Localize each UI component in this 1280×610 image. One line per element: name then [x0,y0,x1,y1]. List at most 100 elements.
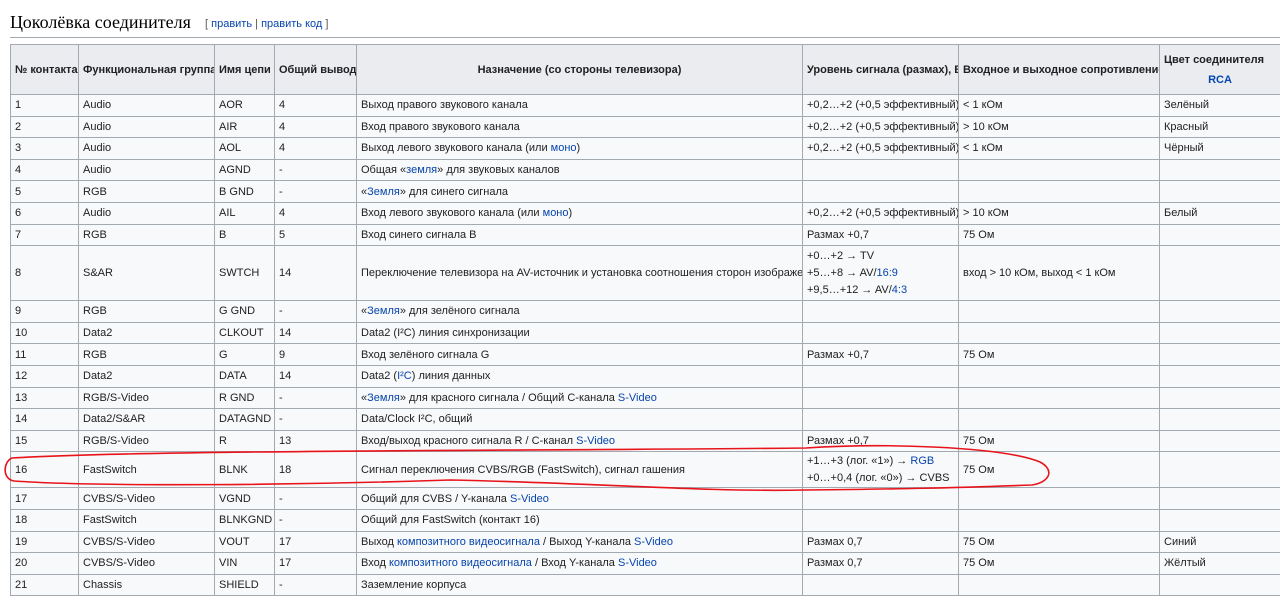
wiki-link[interactable]: S-Video [618,392,657,404]
header-circuit-name: Имя цепи [214,44,275,95]
impedance-cell: > 10 кОм [958,115,1160,139]
function-group-cell: Audio [78,137,215,160]
cell-text: » для зелёного сигнала [399,305,520,318]
wiki-link[interactable]: RGB [910,455,934,467]
wiki-link[interactable]: S-Video [576,435,615,447]
pin-number-cell: 14 [10,408,79,431]
circuit-name-cell: AIL [214,201,275,225]
circuit-name-cell: VGND [214,487,275,510]
wiki-link[interactable]: Земля [367,305,400,317]
circuit-name-cell: B [214,223,275,247]
table-row: 17 CVBS/S-Video VGND - Общий для CVBS / Y-ка… [10,487,1280,510]
impedance-cell [958,508,1160,532]
signal-level-cell [802,321,959,345]
cell-text: Выход левого звукового канала (или [361,142,551,155]
cell-text: Data2 ( [361,370,398,383]
table-row: 3 Audio AOL 4 Выход левого звукового канала … [10,137,1280,160]
common-pin-cell: - [274,408,357,431]
table-row: 1 Audio AOR 4 Выход правого звукового канала… [10,94,1280,117]
table-row: 14 Data2/S&AR DATAGND - Data/Clock I²C, общи… [10,408,1280,431]
table-row: 4 Audio AGND - Общая «земля» для звуковых ка… [10,158,1280,182]
edit-source-link[interactable]: править код [261,18,322,30]
wiki-link[interactable]: моно [543,207,569,219]
common-pin-cell: 4 [274,115,357,139]
table-row: 10 Data2 CLKOUT 14 Data2 (I²C) линия синхрон… [10,321,1280,345]
cell-text: Data/Clock I²C, общий [361,413,473,426]
table-row: 11 RGB G 9 Вход зелёного сигнала G Размах +0,… [10,343,1280,366]
purpose-cell: Data/Clock I²C, общий [356,408,803,431]
impedance-cell [958,573,1160,597]
common-pin-cell: - [274,300,357,323]
cell-text: » для синего сигнала [399,185,509,198]
function-group-cell: S&AR [78,245,215,302]
connector-color-cell [1159,321,1280,345]
circuit-name-cell: AIR [214,115,275,139]
purpose-cell: Выход левого звукового канала (или моно) [356,137,803,160]
wiki-link[interactable]: композитного видеосигнала [397,536,540,548]
circuit-name-cell: SHIELD [214,573,275,597]
common-pin-cell: - [274,508,357,532]
function-group-cell: Data2 [78,321,215,345]
wiki-link[interactable]: S-Video [618,557,657,569]
circuit-name-cell: CLKOUT [214,321,275,345]
purpose-cell: Вход правого звукового канала [356,115,803,139]
cell-text: Сигнал переключения CVBS/RGB (FastSwitch… [361,463,685,476]
cell-text: Заземление корпуса [361,578,467,591]
cell-text: +0…+0,4 (лог. «0») → CVBS [807,471,950,484]
edit-links: [ править | править код ] [205,18,329,30]
common-pin-cell: 18 [274,451,357,489]
impedance-cell [958,364,1160,388]
wiki-link[interactable]: земля [406,164,437,176]
cell-text: Вход правого звукового канала [361,120,520,133]
common-pin-cell: 9 [274,343,357,366]
signal-level-cell [802,487,959,510]
pin-number-cell: 1 [10,94,79,117]
signal-level-line: +0…+2 → TV [807,248,954,265]
wiki-link[interactable]: Земля [367,392,400,404]
circuit-name-cell: SWTCH [214,245,275,302]
pin-number-cell: 15 [10,429,79,453]
impedance-cell [958,321,1160,345]
wiki-link[interactable]: моно [551,142,577,154]
signal-level-cell [802,573,959,597]
cell-text: Вход левого звукового канала (или [361,207,543,220]
cell-text: » для звуковых каналов [437,164,560,177]
purpose-cell: Переключение телевизора на AV-источник и… [356,245,803,302]
purpose-cell: Вход/выход красного сигнала R / C-канал … [356,429,803,453]
circuit-name-cell: VOUT [214,530,275,554]
cell-text: +9,5…+12 → AV/ [807,283,892,296]
common-pin-cell: 5 [274,223,357,247]
function-group-cell: Data2 [78,364,215,388]
circuit-name-cell: DATAGND [214,408,275,431]
signal-level-cell [802,408,959,431]
wiki-link[interactable]: I²C [397,370,412,382]
cell-text: +1…+3 (лог. «1») → [807,454,911,467]
wiki-link[interactable]: 16:9 [877,267,898,279]
rca-link[interactable]: RCA [1164,74,1276,86]
pin-number-cell: 18 [10,508,79,532]
pin-number-cell: 8 [10,245,79,302]
header-impedance: Входное и выходное сопротивление [958,44,1160,95]
cell-text: » для красного сигнала / Общий C-канала [399,391,618,404]
cell-text: +0…+2 → TV [807,249,875,262]
table-row: 8 S&AR SWTCH 14 Переключение телевизора на A… [10,245,1280,302]
purpose-cell: Вход синего сигнала B [356,223,803,247]
connector-color-cell [1159,408,1280,431]
wiki-link[interactable]: 4:3 [892,284,907,296]
table-row: 18 FastSwitch BLNKGND - Общий для FastSwitch… [10,508,1280,532]
function-group-cell: Data2/S&AR [78,408,215,431]
cell-text: Вход синего сигнала B [361,228,477,241]
impedance-cell: 75 Ом [958,530,1160,554]
cell-text: Общий для FastSwitch (контакт 16) [361,514,540,527]
section-title: Цоколёвка соединителя [10,12,191,32]
wiki-link[interactable]: S-Video [510,493,549,505]
wiki-link[interactable]: S-Video [634,536,673,548]
purpose-cell: Вход композитного видеосигнала / Вход Y-… [356,552,803,575]
edit-link[interactable]: править [211,18,252,30]
function-group-cell: CVBS/S-Video [78,530,215,554]
wiki-link[interactable]: Земля [367,186,400,198]
function-group-cell: Audio [78,201,215,225]
wiki-link[interactable]: композитного видеосигнала [389,557,532,569]
table-header-row: № контакта Функциональная группа Имя цеп… [10,44,1280,95]
common-pin-cell: 17 [274,552,357,575]
